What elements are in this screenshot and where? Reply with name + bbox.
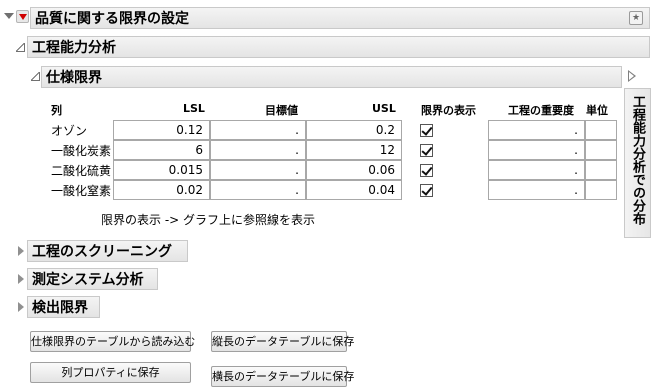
importance-field[interactable]: . bbox=[488, 120, 585, 140]
side-panel-label: 工程能力分析での分布 bbox=[630, 95, 645, 225]
show-limits-checkbox[interactable] bbox=[420, 184, 433, 197]
unit-field[interactable] bbox=[585, 120, 617, 140]
col-header-target: 目標値 bbox=[265, 104, 298, 117]
target-field[interactable]: . bbox=[210, 160, 306, 180]
target-field[interactable]: . bbox=[210, 120, 306, 140]
importance-field[interactable]: . bbox=[488, 180, 585, 200]
save-wide-table-button[interactable]: 横長のデータテーブルに保存 bbox=[211, 366, 354, 387]
expand-msa-icon[interactable] bbox=[18, 274, 24, 284]
show-limits-checkbox[interactable] bbox=[420, 124, 433, 137]
capability-outline-header[interactable]: 工程能力分析 bbox=[27, 36, 650, 58]
usl-field[interactable]: 0.04 bbox=[306, 180, 402, 200]
row-label: 一酸化窒素 bbox=[51, 184, 112, 198]
capability-title: 工程能力分析 bbox=[32, 40, 116, 56]
show-limits-checkbox[interactable] bbox=[420, 144, 433, 157]
collapse-spec-icon[interactable] bbox=[31, 72, 40, 81]
lsl-field[interactable]: 0.12 bbox=[113, 120, 210, 140]
detection-outline-header[interactable]: 検出限界 bbox=[27, 296, 100, 318]
col-header-column: 列 bbox=[51, 104, 62, 117]
show-limits-checkbox[interactable] bbox=[420, 164, 433, 177]
main-title: 品質に関する限界の設定 bbox=[35, 11, 189, 27]
load-spec-limits-button[interactable]: 仕様限界のテーブルから読み込む bbox=[30, 331, 195, 352]
lsl-field[interactable]: 0.02 bbox=[113, 180, 210, 200]
row-label: オゾン bbox=[51, 124, 88, 138]
expand-screening-icon[interactable] bbox=[18, 246, 24, 256]
capability-distribution-panel[interactable]: 工程能力分析での分布 bbox=[624, 88, 651, 238]
collapse-capability-icon[interactable] bbox=[16, 43, 25, 52]
unit-field[interactable] bbox=[585, 140, 617, 160]
usl-field[interactable]: 0.2 bbox=[306, 120, 402, 140]
row-label: 二酸化硫黄 bbox=[51, 164, 112, 178]
target-field[interactable]: . bbox=[210, 180, 306, 200]
col-header-unit: 単位 bbox=[586, 104, 608, 117]
col-header-show-limits: 限界の表示 bbox=[421, 104, 476, 117]
spec-outline-header[interactable]: 仕様限界 bbox=[41, 66, 622, 88]
screening-title: 工程のスクリーニング bbox=[32, 244, 172, 260]
row-label: 一酸化炭素 bbox=[51, 144, 112, 158]
unit-field[interactable] bbox=[585, 180, 617, 200]
expand-side-panel-icon[interactable] bbox=[628, 70, 636, 82]
lsl-field[interactable]: 6 bbox=[113, 140, 210, 160]
lsl-field[interactable]: 0.015 bbox=[113, 160, 210, 180]
expand-detection-icon[interactable] bbox=[18, 302, 24, 312]
save-tall-table-button[interactable]: 縦長のデータテーブルに保存 bbox=[211, 331, 354, 352]
pin-icon[interactable]: ★ bbox=[629, 11, 643, 25]
usl-field[interactable]: 0.06 bbox=[306, 160, 402, 180]
screening-outline-header[interactable]: 工程のスクリーニング bbox=[27, 240, 188, 262]
red-triangle-menu-icon[interactable] bbox=[16, 10, 29, 23]
importance-field[interactable]: . bbox=[488, 140, 585, 160]
spec-title: 仕様限界 bbox=[46, 70, 102, 86]
msa-title: 測定システム分析 bbox=[32, 272, 144, 288]
target-field[interactable]: . bbox=[210, 140, 306, 160]
show-limits-note: 限界の表示 -> グラフ上に参照線を表示 bbox=[101, 213, 316, 227]
unit-field[interactable] bbox=[585, 160, 617, 180]
importance-field[interactable]: . bbox=[488, 160, 585, 180]
detection-title: 検出限界 bbox=[32, 300, 88, 316]
col-header-usl: USL bbox=[372, 102, 396, 115]
main-outline-header[interactable]: 品質に関する限界の設定 bbox=[30, 7, 650, 29]
col-header-lsl: LSL bbox=[183, 102, 205, 115]
collapse-main-icon[interactable] bbox=[4, 13, 14, 19]
msa-outline-header[interactable]: 測定システム分析 bbox=[27, 268, 158, 290]
col-header-importance: 工程の重要度 bbox=[508, 104, 574, 117]
usl-field[interactable]: 12 bbox=[306, 140, 402, 160]
save-column-properties-button[interactable]: 列プロパティに保存 bbox=[30, 362, 191, 383]
